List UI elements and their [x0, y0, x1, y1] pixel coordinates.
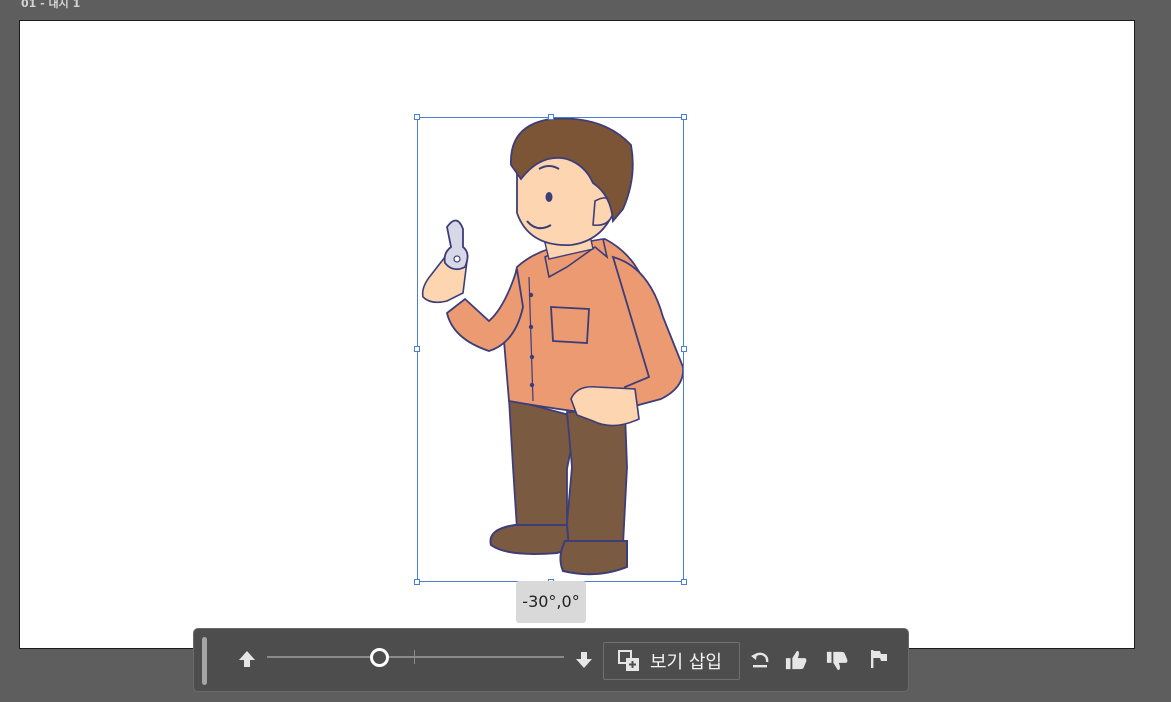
resize-handle-top-right[interactable]: [681, 114, 687, 120]
view-slider-center-tick: [414, 650, 415, 664]
resize-handle-top-center[interactable]: [548, 114, 554, 120]
floating-toolbar: 보기 삽입: [193, 628, 909, 692]
flag-icon[interactable]: [868, 648, 890, 670]
insert-view-button[interactable]: 보기 삽입: [603, 642, 740, 680]
undo-icon[interactable]: [749, 649, 771, 671]
view-slider-track[interactable]: [267, 656, 564, 658]
view-slider-thumb[interactable]: [370, 648, 390, 667]
insert-view-label: 보기 삽입: [650, 652, 722, 673]
toolbar-drag-handle[interactable]: [202, 637, 207, 685]
resize-handle-middle-left[interactable]: [414, 346, 420, 352]
resize-handle-top-left[interactable]: [414, 114, 420, 120]
arrow-down-icon[interactable]: [573, 649, 595, 671]
insert-view-icon: [618, 650, 640, 672]
thumbs-up-icon[interactable]: [785, 649, 807, 671]
document-tab-label[interactable]: 01 - 내시 1: [21, 0, 80, 11]
arrow-up-icon[interactable]: [236, 648, 258, 670]
rotation-readout: -30°,0°: [516, 581, 586, 623]
thumbs-down-icon[interactable]: [826, 650, 848, 672]
resize-handle-bottom-right[interactable]: [681, 579, 687, 585]
resize-handle-bottom-left[interactable]: [414, 579, 420, 585]
selection-bounding-box[interactable]: [417, 117, 684, 582]
resize-handle-middle-right[interactable]: [681, 346, 687, 352]
